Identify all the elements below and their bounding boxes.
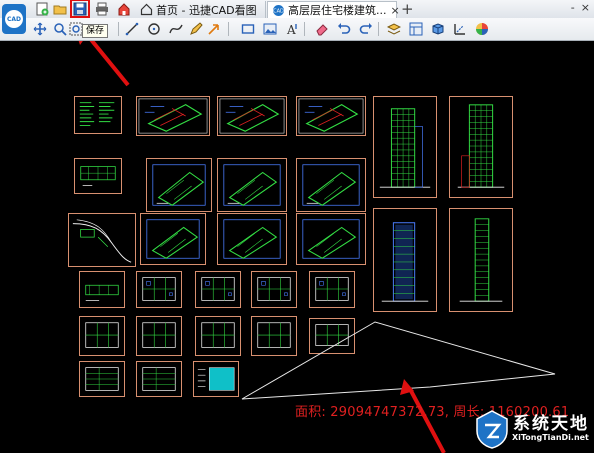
close-tab-icon[interactable]: ×	[391, 4, 400, 17]
text-icon[interactable]: A	[284, 21, 300, 37]
undo-icon[interactable]	[336, 21, 352, 37]
new-file-icon[interactable]	[34, 1, 50, 17]
app-logo-text: CAD	[5, 10, 23, 28]
3d-view-icon[interactable]	[430, 21, 446, 37]
tab-home-label: 首页 - 迅捷CAD看图	[156, 3, 257, 17]
toolbar-separator	[118, 22, 119, 36]
watermark-title: 系统天地	[513, 414, 589, 434]
curve-icon[interactable]	[168, 21, 184, 37]
pan-icon[interactable]	[32, 21, 48, 37]
image-icon[interactable]	[262, 21, 278, 37]
watermark-logo-icon	[476, 410, 508, 449]
tab-drawing[interactable]: CAD 高层层住宅楼建筑... ×	[267, 1, 400, 18]
layers-icon[interactable]	[386, 21, 402, 37]
annotation-arrow-measure	[408, 388, 446, 453]
toolbar-separator	[304, 22, 305, 36]
add-tab-button[interactable]: +	[401, 0, 414, 18]
arrow-icon[interactable]	[206, 21, 222, 37]
close-window-button[interactable]: ×	[581, 1, 590, 14]
home-icon[interactable]	[116, 1, 132, 17]
line-icon[interactable]	[124, 21, 140, 37]
tab-drawing-label: 高层层住宅楼建筑...	[288, 4, 387, 17]
color-wheel-icon[interactable]	[474, 21, 490, 37]
home-icon	[140, 3, 153, 16]
svg-text:A: A	[286, 23, 296, 36]
title-tab-bar: 首页 - 迅捷CAD看图 CAD 高层层住宅楼建筑... × + - ×	[0, 0, 594, 19]
annotation-arrowhead-save	[78, 41, 83, 45]
annotation-arrow-save	[89, 41, 130, 87]
layout-icon[interactable]	[408, 21, 424, 37]
measured-polygon	[241, 321, 556, 400]
zoom-icon[interactable]	[52, 21, 68, 37]
toolbar-separator	[378, 22, 379, 36]
svg-text:CAD: CAD	[273, 8, 284, 14]
redo-icon[interactable]	[358, 21, 374, 37]
measure-icon[interactable]	[452, 21, 468, 37]
rectangle-icon[interactable]	[240, 21, 256, 37]
app-logo[interactable]: CAD	[2, 4, 26, 34]
watermark-url: XiTongTianDi.net	[512, 433, 589, 442]
save-tooltip: 保存	[82, 24, 109, 38]
print-icon[interactable]	[94, 1, 110, 17]
drawing-canvas[interactable]: 面积: 29094747372.73, 周长: 1160200.61	[0, 41, 594, 453]
pencil-icon[interactable]	[188, 21, 204, 37]
window-controls: - ×	[571, 1, 590, 14]
minimize-button[interactable]: -	[571, 1, 575, 14]
site-watermark: 系统天地 XiTongTianDi.net	[470, 405, 594, 453]
save-highlight-box	[70, 0, 90, 18]
measurement-overlay	[78, 41, 556, 453]
circle-icon[interactable]	[146, 21, 162, 37]
drawing-file-icon: CAD	[273, 4, 284, 16]
toolbar-separator	[228, 22, 229, 36]
eraser-icon[interactable]	[314, 21, 330, 37]
open-folder-icon[interactable]	[52, 1, 68, 17]
tab-home[interactable]: 首页 - 迅捷CAD看图	[136, 1, 266, 18]
